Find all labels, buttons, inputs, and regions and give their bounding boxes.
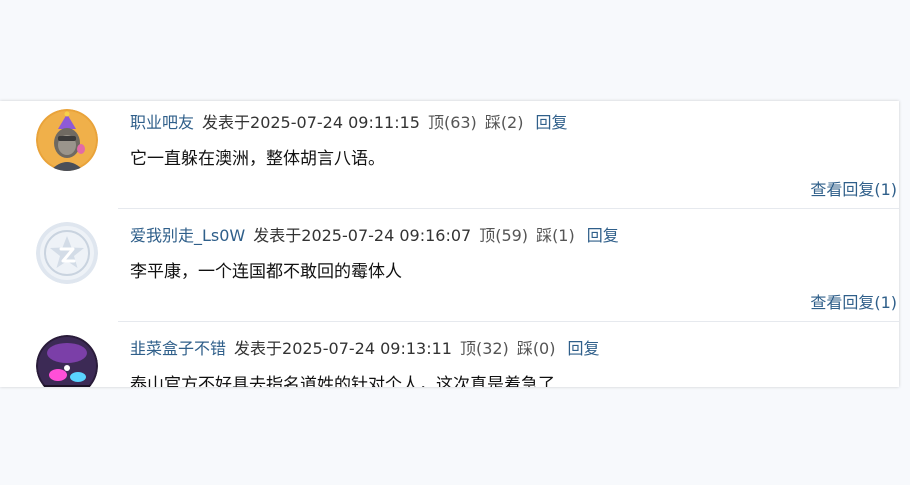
downvote-button[interactable]: 踩(2) [485, 113, 524, 132]
upvote-button[interactable]: 顶(59) [479, 226, 528, 245]
comment-text: 它一直躲在澳洲，整体胡言八语。 [130, 149, 385, 169]
view-replies-link[interactable]: 查看回复(1) [810, 292, 897, 314]
reply-button[interactable]: 回复 [567, 339, 599, 358]
view-replies-link[interactable]: 查看回复(1) [810, 179, 897, 201]
upvote-button[interactable]: 顶(63) [428, 113, 477, 132]
comment-meta: 职业吧友 发表于2025-07-24 09:11:15 顶(63) 踩(2) 回复 [130, 111, 568, 135]
comment-list: 职业吧友 发表于2025-07-24 09:11:15 顶(63) 踩(2) 回复 它一… [0, 101, 899, 387]
reply-button[interactable]: 回复 [535, 113, 567, 132]
comment-meta: 爱我别走_Ls0W 发表于2025-07-24 09:16:07 顶(59) 踩(1)… [130, 224, 619, 248]
comment-timestamp: 发表于2025-07-24 09:16:07 [253, 226, 472, 245]
reply-button[interactable]: 回复 [587, 226, 619, 245]
comment-username[interactable]: 韭菜盒子不错 [130, 339, 226, 358]
comment-username[interactable]: 职业吧友 [130, 113, 194, 132]
comment-text: 李平康，一个连国都不敢回的霉体人 [130, 262, 402, 282]
comment-timestamp: 发表于2025-07-24 09:11:15 [202, 113, 420, 132]
comment-username[interactable]: 爱我别走_Ls0W [130, 226, 245, 245]
upvote-button[interactable]: 顶(32) [460, 339, 509, 358]
comment-timestamp: 发表于2025-07-24 09:13:11 [234, 339, 452, 358]
comment-item: 爱我别走_Ls0W 发表于2025-07-24 09:16:07 顶(59) 踩(1)… [0, 214, 899, 327]
comment-item: 职业吧友 发表于2025-07-24 09:11:15 顶(63) 踩(2) 回复 它一… [0, 101, 899, 214]
comment-item: 韭菜盒子不错 发表于2025-07-24 09:13:11 顶(32) 踩(0) 回复 … [0, 327, 899, 387]
downvote-button[interactable]: 踩(0) [517, 339, 556, 358]
cartoon-avatar-icon[interactable] [36, 109, 98, 171]
comment-meta: 韭菜盒子不错 发表于2025-07-24 09:13:11 顶(32) 踩(0) 回复 [130, 337, 600, 361]
photo-avatar-icon[interactable] [36, 335, 98, 387]
comment-divider [118, 208, 899, 209]
downvote-button[interactable]: 踩(1) [536, 226, 575, 245]
comment-divider [118, 321, 899, 322]
default-avatar-icon[interactable] [36, 222, 98, 284]
comment-text: 泰山官方不好具去指名道姓的针对个人，这次真是着急了 [130, 375, 555, 387]
